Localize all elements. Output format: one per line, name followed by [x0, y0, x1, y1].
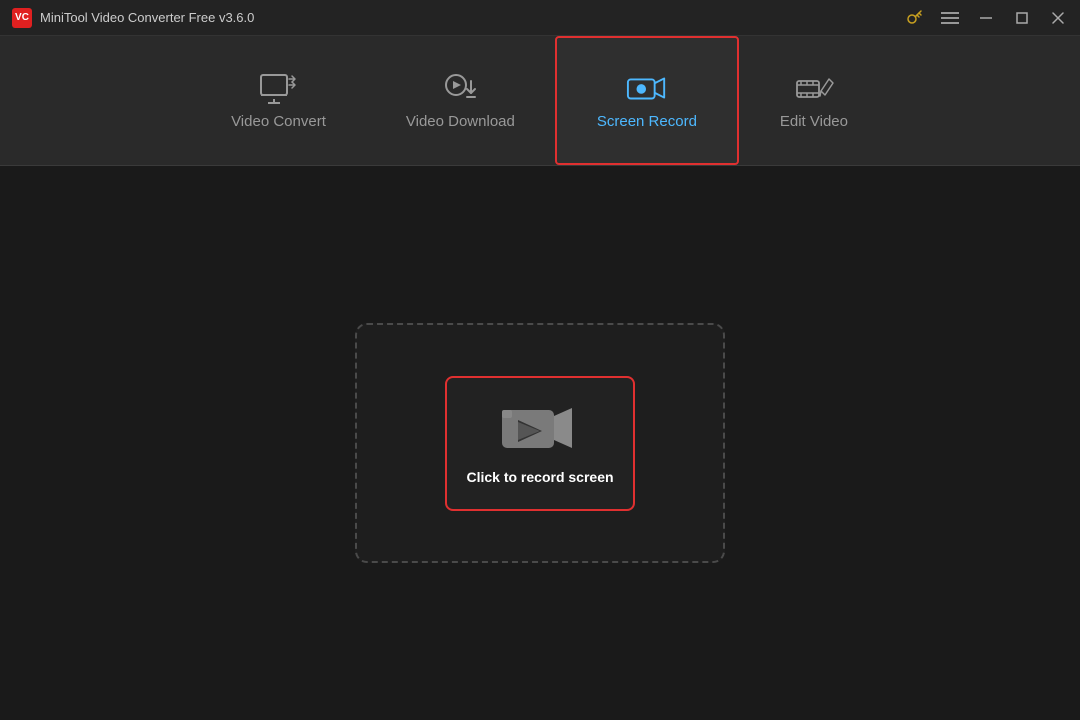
video-download-icon — [439, 71, 481, 105]
edit-video-icon — [793, 71, 835, 105]
app-logo: VC — [12, 8, 32, 28]
maximize-button[interactable] — [1012, 8, 1032, 28]
camera-play-icon — [500, 401, 580, 455]
menu-icon[interactable] — [940, 8, 960, 28]
nav-label-video-convert: Video Convert — [231, 113, 326, 130]
record-screen-button[interactable]: Click to record screen — [445, 376, 635, 511]
main-content: Click to record screen — [0, 166, 1080, 720]
screen-record-icon — [626, 71, 668, 105]
close-button[interactable] — [1048, 8, 1068, 28]
nav-label-edit-video: Edit Video — [780, 113, 848, 130]
nav-item-video-convert[interactable]: Video Convert — [191, 36, 366, 165]
title-bar-left: VC MiniTool Video Converter Free v3.6.0 — [12, 8, 254, 28]
minimize-button[interactable] — [976, 8, 996, 28]
nav-label-screen-record: Screen Record — [597, 113, 697, 130]
video-convert-icon — [257, 71, 299, 105]
app-title: MiniTool Video Converter Free v3.6.0 — [40, 10, 254, 25]
title-bar: VC MiniTool Video Converter Free v3.6.0 — [0, 0, 1080, 36]
record-button-label: Click to record screen — [466, 469, 613, 485]
title-bar-controls — [904, 8, 1068, 28]
nav-label-video-download: Video Download — [406, 113, 515, 130]
key-icon[interactable] — [904, 8, 924, 28]
nav-bar: Video Convert Video Download — [0, 36, 1080, 166]
nav-item-screen-record[interactable]: Screen Record — [555, 36, 739, 165]
nav-item-video-download[interactable]: Video Download — [366, 36, 555, 165]
record-drop-area: Click to record screen — [355, 323, 725, 563]
nav-item-edit-video[interactable]: Edit Video — [739, 36, 889, 165]
